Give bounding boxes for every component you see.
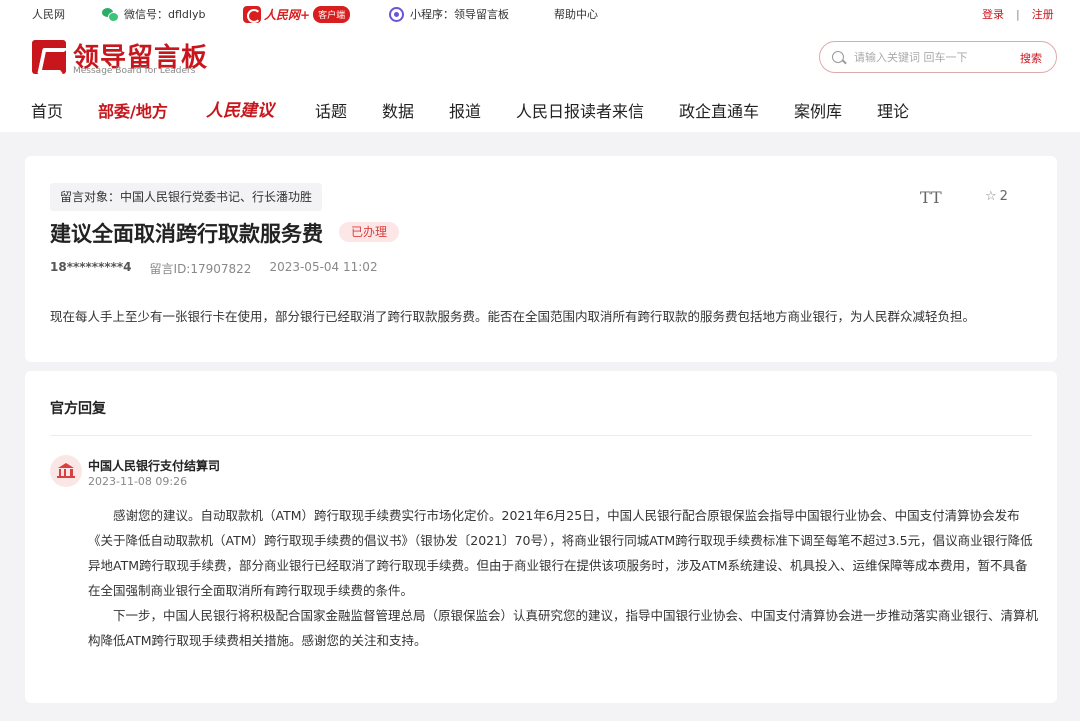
reply-paragraph: 下一步，中国人民银行将积极配合国家金融监督管理总局（原银保监会）认真研究您的建议… <box>88 608 1039 648</box>
message-card: 留言对象：中国人民银行党委书记、行长潘功胜 TT ☆ 2 建议全面取消跨行取款服… <box>25 156 1057 362</box>
miniprogram-icon <box>389 6 404 22</box>
nav-item-reader-letters[interactable]: 人民日报读者来信 <box>516 98 644 122</box>
reply-heading: 官方回复 <box>50 401 106 417</box>
top-utility-bar: 人民网 微信号：dfldlyb 人民网+ 客户端 小程序：领导留言板 帮助中心 … <box>0 0 1080 26</box>
wechat-icon <box>102 7 119 22</box>
brand-logo-icon[interactable] <box>32 40 66 74</box>
miniprogram-link[interactable]: 小程序：领导留言板 <box>389 6 509 22</box>
site-link-renminwang[interactable]: 人民网 <box>32 6 65 22</box>
status-badge: 已办理 <box>339 222 400 242</box>
font-size-toggle-icon[interactable]: TT <box>920 188 942 207</box>
site-link-label[interactable]: 人民网 <box>32 6 65 22</box>
login-link[interactable]: 登录 <box>982 6 1004 22</box>
nav-item-people-suggestions[interactable]: 人民建议 <box>206 96 274 121</box>
rmw-brand-text[interactable]: 人民网+ <box>264 6 310 23</box>
site-header: 领导留言板 Message Board for Leaders 搜索 首页 部委… <box>0 26 1080 132</box>
miniprogram-label[interactable]: 小程序：领导留言板 <box>410 6 509 22</box>
nav-item-topics[interactable]: 话题 <box>315 98 347 122</box>
message-target: 留言对象：中国人民银行党委书记、行长潘功胜 <box>50 183 323 211</box>
register-link[interactable]: 注册 <box>1032 6 1054 22</box>
message-author: 18*********4 <box>50 260 132 274</box>
rmw-client-tag[interactable]: 客户端 <box>313 6 351 23</box>
nav-item-case-library[interactable]: 案例库 <box>794 98 842 122</box>
reply-paragraph: 感谢您的建议。自动取款机（ATM）跨行取现手续费实行市场化定价。2021年6月2… <box>88 508 1033 598</box>
star-icon: ☆ <box>985 189 997 204</box>
nav-item-theory[interactable]: 理论 <box>877 98 909 122</box>
message-title: 建议全面取消跨行取款服务费 <box>50 222 323 246</box>
reply-body: 感谢您的建议。自动取款机（ATM）跨行取现手续费实行市场化定价。2021年6月2… <box>88 503 1038 653</box>
brand-subtitle: Message Board for Leaders <box>73 66 196 76</box>
main-nav: 首页 部委/地方 人民建议 话题 数据 报道 人民日报读者来信 政企直通车 案例… <box>0 96 1080 126</box>
nav-item-data[interactable]: 数据 <box>382 98 414 122</box>
rmw-app-badge[interactable]: 人民网+ 客户端 <box>243 6 351 23</box>
nav-item-ministries-regions[interactable]: 部委/地方 <box>98 98 168 122</box>
reply-divider <box>50 435 1032 436</box>
nav-item-reports[interactable]: 报道 <box>449 98 481 122</box>
auth-separator: | <box>1016 7 1020 21</box>
search-input[interactable] <box>854 48 1004 66</box>
message-datetime: 2023-05-04 11:02 <box>269 260 378 274</box>
nav-item-gov-enterprise[interactable]: 政企直通车 <box>679 98 759 122</box>
reply-org-name: 中国人民银行支付结算司 <box>88 459 221 473</box>
search-box: 搜索 <box>819 41 1057 73</box>
message-id: 留言ID:17907822 <box>149 262 252 276</box>
search-icon <box>832 51 844 63</box>
official-reply-card: 官方回复 中国人民银行支付结算司 2023-11-08 09:26 感谢您的建议… <box>25 371 1057 703</box>
favorite-count: 2 <box>999 189 1008 204</box>
auth-links: 登录 | 注册 <box>982 6 1054 22</box>
bank-building-icon <box>50 455 82 487</box>
help-center-label[interactable]: 帮助中心 <box>554 6 598 22</box>
favorite-button[interactable]: ☆ 2 <box>985 189 1008 204</box>
message-content: 现在每人手上至少有一张银行卡在使用，部分银行已经取消了跨行取款服务费。能否在全国… <box>50 309 976 324</box>
wechat-account[interactable]: 微信号：dfldlyb <box>102 6 205 22</box>
search-button[interactable]: 搜索 <box>1020 50 1042 66</box>
rmw-app-link[interactable]: 人民网+ 客户端 <box>243 6 351 23</box>
help-center-link[interactable]: 帮助中心 <box>554 6 598 22</box>
wechat-label[interactable]: 微信号：dfldlyb <box>124 6 205 22</box>
rmw-logo-icon <box>243 6 261 23</box>
nav-item-home[interactable]: 首页 <box>31 98 63 122</box>
reply-date: 2023-11-08 09:26 <box>88 475 188 488</box>
message-meta: 18*********4 留言ID:17907822 2023-05-04 11… <box>50 260 378 277</box>
